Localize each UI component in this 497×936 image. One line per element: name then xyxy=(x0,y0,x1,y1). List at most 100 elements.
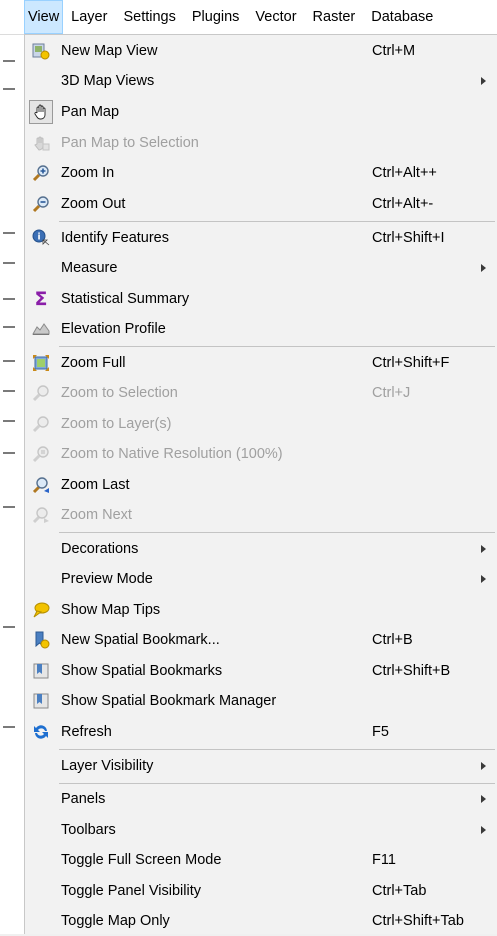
menubar-item-raster[interactable]: Raster xyxy=(305,0,364,34)
menu-item-toolbars[interactable]: Toolbars xyxy=(25,815,497,845)
svg-text:i: i xyxy=(37,233,40,243)
submenu-arrow-icon xyxy=(481,264,486,272)
zoom-last-icon xyxy=(31,475,51,495)
menu-item-toggle-panel-visibility[interactable]: Toggle Panel Visibility Ctrl+Tab xyxy=(25,876,497,906)
menu-item-show-spatial-bookmark-manager[interactable]: Show Spatial Bookmark Manager xyxy=(25,686,497,716)
menu-item-shortcut: F11 xyxy=(372,852,396,868)
menu-item-label: Refresh xyxy=(61,724,112,740)
menu-item-pan-map-to-selection[interactable]: Pan Map to Selection xyxy=(25,128,497,158)
menu-item-label: Toolbars xyxy=(61,822,116,838)
menu-item-label: Pan Map xyxy=(61,104,120,120)
menu-item-toggle-full-screen[interactable]: Toggle Full Screen Mode F11 xyxy=(25,845,497,875)
menu-item-3d-map-views[interactable]: 3D Map Views xyxy=(25,66,497,96)
menubar-label: View xyxy=(28,9,60,25)
submenu-arrow-icon xyxy=(481,575,486,583)
menu-item-label: Toggle Panel Visibility xyxy=(61,883,201,899)
menu-item-pan-map[interactable]: Pan Map xyxy=(25,97,497,127)
background-mark xyxy=(3,298,15,300)
menu-item-label: Statistical Summary xyxy=(61,291,190,307)
menu-item-toggle-map-only[interactable]: Toggle Map Only Ctrl+Shift+Tab xyxy=(25,906,497,936)
menu-item-new-spatial-bookmark[interactable]: New Spatial Bookmark... Ctrl+B xyxy=(25,625,497,655)
background-window-strip xyxy=(0,0,24,934)
menu-item-panels[interactable]: Panels xyxy=(25,784,497,814)
menu-item-shortcut: F5 xyxy=(372,724,389,740)
menu-item-shortcut: Ctrl+B xyxy=(372,632,413,648)
menu-item-elevation-profile[interactable]: Elevation Profile xyxy=(25,314,497,344)
background-mark xyxy=(3,452,15,454)
background-mark xyxy=(3,390,15,392)
menubar-item-plugins[interactable]: Plugins xyxy=(184,0,248,34)
zoom-to-layer-icon xyxy=(31,414,51,434)
zoom-to-selection-icon xyxy=(31,383,51,403)
menu-item-label: Elevation Profile xyxy=(61,321,166,337)
menu-item-statistical-summary[interactable]: Σ Statistical Summary xyxy=(25,284,497,314)
zoom-native-icon xyxy=(31,444,51,464)
view-menu-dropdown: New Map View Ctrl+M 3D Map Views Pan Map… xyxy=(24,34,497,934)
menu-item-label: Show Spatial Bookmark Manager xyxy=(61,693,277,709)
menu-bar: View Layer Settings Plugins Vector Raste… xyxy=(0,0,497,35)
menu-item-label: Panels xyxy=(61,791,106,807)
submenu-arrow-icon xyxy=(481,795,486,803)
menu-item-new-map-view[interactable]: New Map View Ctrl+M xyxy=(25,36,497,66)
menu-item-zoom-out[interactable]: Zoom Out Ctrl+Alt+- xyxy=(25,189,497,219)
menu-item-label: Pan Map to Selection xyxy=(61,135,199,151)
background-mark xyxy=(3,326,15,328)
menu-item-zoom-native-resolution[interactable]: Zoom to Native Resolution (100%) xyxy=(25,439,497,469)
new-map-view-icon xyxy=(31,41,51,61)
menu-item-refresh[interactable]: Refresh F5 xyxy=(25,717,497,747)
map-tips-icon xyxy=(31,600,51,620)
menubar-label: Database xyxy=(371,9,434,25)
submenu-arrow-icon xyxy=(481,77,486,85)
menu-item-zoom-to-selection[interactable]: Zoom to Selection Ctrl+J xyxy=(25,378,497,408)
menubar-label: Settings xyxy=(123,9,176,25)
menubar-item-database[interactable]: Database xyxy=(363,0,441,34)
menu-item-shortcut: Ctrl+Alt+- xyxy=(372,196,434,212)
menu-item-label: New Map View xyxy=(61,43,158,59)
menubar-item-settings[interactable]: Settings xyxy=(115,0,183,34)
menu-item-label: Zoom In xyxy=(61,165,115,181)
submenu-arrow-icon xyxy=(481,762,486,770)
menu-item-label: Preview Mode xyxy=(61,571,153,587)
identify-icon: i xyxy=(31,228,51,248)
menu-item-identify-features[interactable]: i Identify Features Ctrl+Shift+I xyxy=(25,223,497,253)
background-mark xyxy=(3,360,15,362)
menu-item-shortcut: Ctrl+Alt++ xyxy=(372,165,437,181)
menu-item-label: Zoom to Layer(s) xyxy=(61,416,172,432)
menu-item-measure[interactable]: Measure xyxy=(25,253,497,283)
sigma-icon: Σ xyxy=(34,288,48,310)
background-mark xyxy=(3,506,15,508)
menu-item-shortcut: Ctrl+Tab xyxy=(372,883,427,899)
bookmarks-icon xyxy=(31,661,51,681)
menu-separator xyxy=(59,749,495,750)
menu-item-decorations[interactable]: Decorations xyxy=(25,534,497,564)
menu-item-zoom-full[interactable]: Zoom Full Ctrl+Shift+F xyxy=(25,348,497,378)
menubar-item-view[interactable]: View xyxy=(24,0,64,34)
menu-item-preview-mode[interactable]: Preview Mode xyxy=(25,564,497,594)
zoom-next-icon xyxy=(31,505,51,525)
menu-item-label: Show Spatial Bookmarks xyxy=(61,663,223,679)
background-mark xyxy=(3,88,15,90)
menu-item-shortcut: Ctrl+Shift+F xyxy=(372,355,450,371)
background-mark xyxy=(3,626,15,628)
menu-item-layer-visibility[interactable]: Layer Visibility xyxy=(25,751,497,781)
menu-item-label: Zoom to Selection xyxy=(61,385,178,401)
menu-item-shortcut: Ctrl+M xyxy=(372,43,416,59)
menubar-label: Vector xyxy=(255,9,297,25)
menu-item-zoom-last[interactable]: Zoom Last xyxy=(25,470,497,500)
elevation-profile-icon xyxy=(31,319,51,339)
menubar-label: Layer xyxy=(71,9,108,25)
menubar-item-layer[interactable]: Layer xyxy=(63,0,115,34)
menu-item-show-map-tips[interactable]: Show Map Tips xyxy=(25,595,497,625)
menu-item-zoom-in[interactable]: Zoom In Ctrl+Alt++ xyxy=(25,158,497,188)
menubar-label: Plugins xyxy=(191,9,240,25)
menu-item-zoom-to-layers[interactable]: Zoom to Layer(s) xyxy=(25,409,497,439)
menu-item-shortcut: Ctrl+Shift+Tab xyxy=(372,913,464,929)
menu-item-show-spatial-bookmarks[interactable]: Show Spatial Bookmarks Ctrl+Shift+B xyxy=(25,656,497,686)
menu-item-label: Layer Visibility xyxy=(61,758,154,774)
menubar-item-vector[interactable]: Vector xyxy=(247,0,304,34)
zoom-full-icon xyxy=(31,353,51,373)
new-bookmark-icon xyxy=(31,630,51,650)
menu-item-label: Measure xyxy=(61,260,118,276)
menu-item-zoom-next[interactable]: Zoom Next xyxy=(25,500,497,530)
zoom-out-icon xyxy=(31,194,51,214)
